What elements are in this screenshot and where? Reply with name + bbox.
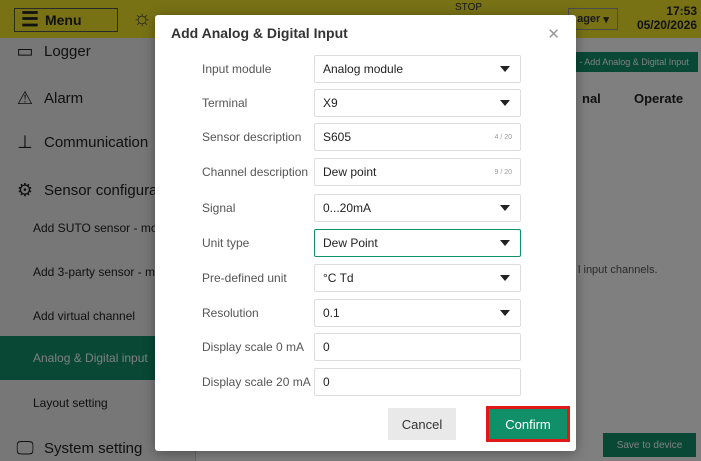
input-value: Dew point [323, 165, 377, 179]
field-label: Display scale 20 mA [202, 375, 311, 389]
input-value: 0 [323, 375, 330, 389]
field-label: Input module [202, 62, 272, 76]
caret-down-icon [500, 205, 510, 211]
field-signal: Signal 0...20mA [155, 194, 576, 222]
resolution-select[interactable]: 0.1 [314, 299, 521, 327]
channel-description-input[interactable]: Dew point 9 / 20 [314, 158, 521, 186]
caret-down-icon [500, 66, 510, 72]
cancel-button[interactable]: Cancel [388, 408, 456, 440]
display-scale-20-input[interactable]: 0 [314, 368, 521, 396]
add-input-dialog: Add Analog & Digital Input ✕ Input modul… [155, 15, 576, 451]
field-label: Resolution [202, 306, 259, 320]
caret-down-icon [500, 310, 510, 316]
unit-type-select[interactable]: Dew Point [314, 229, 521, 257]
field-predefined-unit: Pre-defined unit °C Td [155, 264, 576, 292]
field-unit-type: Unit type Dew Point [155, 229, 576, 257]
field-label: Pre-defined unit [202, 271, 287, 285]
field-display-scale-0: Display scale 0 mA 0 [155, 333, 576, 361]
field-resolution: Resolution 0.1 [155, 299, 576, 327]
select-value: Dew Point [323, 236, 378, 250]
confirm-button[interactable]: Confirm [486, 406, 570, 442]
close-icon[interactable]: ✕ [547, 25, 560, 43]
field-label: Terminal [202, 96, 248, 110]
field-label: Signal [202, 201, 236, 215]
select-value: 0...20mA [323, 201, 372, 215]
char-counter: 9 / 20 [494, 168, 512, 176]
input-module-select[interactable]: Analog module [314, 55, 521, 83]
predefined-unit-select[interactable]: °C Td [314, 264, 521, 292]
sensor-description-input[interactable]: S605 4 / 20 [314, 123, 521, 151]
caret-down-icon [500, 240, 510, 246]
field-terminal: Terminal X9 [155, 89, 576, 117]
dialog-title: Add Analog & Digital Input [171, 25, 348, 41]
field-input-module: Input module Analog module [155, 55, 576, 83]
field-label: Sensor description [202, 130, 302, 144]
char-counter: 4 / 20 [494, 133, 512, 141]
field-label: Unit type [202, 236, 250, 250]
terminal-select[interactable]: X9 [314, 89, 521, 117]
display-scale-0-input[interactable]: 0 [314, 333, 521, 361]
input-value: S605 [323, 130, 352, 144]
caret-down-icon [500, 275, 510, 281]
select-value: °C Td [323, 271, 354, 285]
field-label: Display scale 0 mA [202, 340, 305, 354]
signal-select[interactable]: 0...20mA [314, 194, 521, 222]
select-value: Analog module [323, 62, 404, 76]
field-display-scale-20: Display scale 20 mA 0 [155, 368, 576, 396]
select-value: 0.1 [323, 306, 340, 320]
select-value: X9 [323, 96, 338, 110]
input-value: 0 [323, 340, 330, 354]
field-sensor-description: Sensor description S605 4 / 20 [155, 123, 576, 151]
field-channel-description: Channel description Dew point 9 / 20 [155, 158, 576, 186]
field-label: Channel description [202, 165, 309, 179]
caret-down-icon [500, 100, 510, 106]
